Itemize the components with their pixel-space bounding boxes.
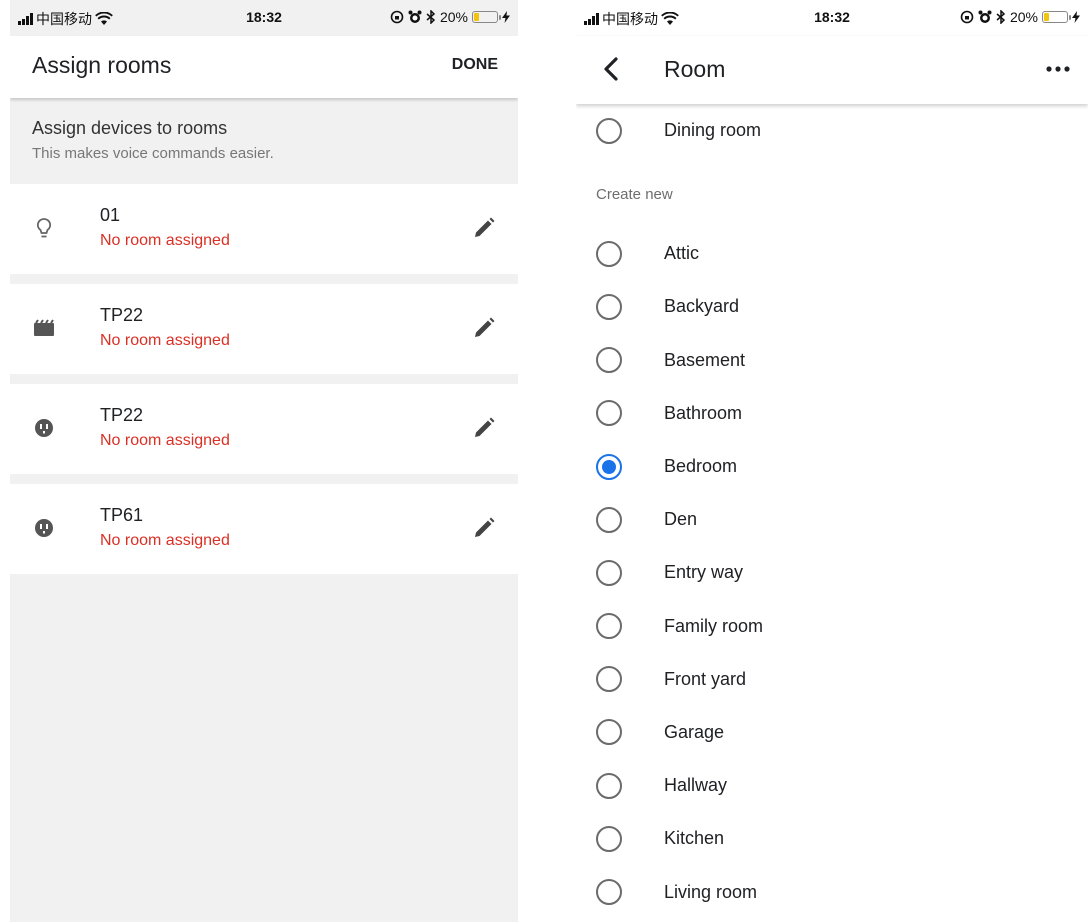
battery-percent: 20%	[439, 9, 468, 25]
radio-unselected-icon[interactable]	[596, 613, 622, 640]
radio-unselected-icon[interactable]	[596, 347, 622, 374]
status-icons: 20%	[960, 9, 1080, 25]
battery-icon	[472, 11, 501, 23]
lightbulb-icon	[36, 218, 52, 238]
device-room-status: No room assigned	[100, 432, 230, 449]
room-option[interactable]: Garage	[576, 706, 1088, 759]
new-room-list: Attic Backyard Basement Bathroom Bedroom Den E…	[576, 227, 1088, 918]
room-option[interactable]: Dining room	[576, 104, 1088, 157]
status-bar: 中国移动 18:32 20%	[576, 0, 1088, 36]
radio-unselected-icon[interactable]	[596, 666, 622, 693]
page-title: Room	[664, 56, 726, 82]
room-option[interactable]: Den	[576, 493, 1088, 546]
charging-icon	[1072, 11, 1080, 23]
room-option-label: Kitchen	[664, 828, 725, 849]
intro-heading: Assign devices to rooms	[32, 118, 228, 138]
room-option-label: Attic	[664, 243, 700, 264]
radio-unselected-icon[interactable]	[596, 506, 622, 533]
device-row[interactable]: TP22 No room assigned	[10, 284, 518, 374]
clapperboard-icon	[34, 319, 54, 336]
room-option[interactable]: Entry way	[576, 546, 1088, 599]
room-option[interactable]: Attic	[576, 227, 1088, 280]
device-row[interactable]: TP22 No room assigned	[10, 384, 518, 474]
room-option[interactable]: Backyard	[576, 280, 1088, 333]
bluetooth-icon	[426, 10, 436, 24]
assign-rooms-screen: 中国移动 18:32 20% Assign rooms DONE Assign …	[10, 0, 518, 922]
room-option[interactable]: Bedroom	[576, 440, 1088, 493]
status-bar: 中国移动 18:32 20%	[10, 0, 518, 36]
edit-pencil-icon[interactable]	[472, 516, 496, 540]
radio-unselected-icon[interactable]	[596, 772, 622, 799]
device-row[interactable]: TP61 No room assigned	[10, 484, 518, 574]
room-option[interactable]: Bathroom	[576, 387, 1088, 440]
room-option-label: Family room	[664, 615, 764, 636]
charging-icon	[502, 11, 510, 23]
outlet-icon	[35, 519, 53, 537]
room-list: Dining room Create new Attic Backyard Base…	[576, 104, 1088, 919]
intro-subtext: This makes voice commands easier.	[32, 145, 274, 162]
battery-fill	[474, 13, 479, 21]
radio-unselected-icon[interactable]	[596, 293, 622, 320]
room-option-label: Front yard	[664, 668, 747, 689]
more-options-icon[interactable]	[1044, 64, 1072, 74]
room-option[interactable]: Front yard	[576, 653, 1088, 706]
device-list: 01 No room assigned TP22 No room assigne…	[10, 184, 518, 574]
bluetooth-icon	[996, 10, 1006, 24]
device-name: TP22	[100, 405, 144, 425]
room-option-label: Bedroom	[664, 456, 738, 477]
app-bar: Room	[576, 36, 1088, 104]
radio-unselected-icon[interactable]	[596, 879, 622, 906]
device-name: TP61	[100, 505, 144, 525]
done-button[interactable]: DONE	[452, 56, 498, 74]
room-option[interactable]: Kitchen	[576, 812, 1088, 865]
device-row[interactable]: 01 No room assigned	[10, 184, 518, 274]
radio-selected-icon[interactable]	[596, 453, 622, 480]
room-picker-screen: 中国移动 18:32 20% Room Dining room Create n…	[576, 0, 1088, 922]
page-title: Assign rooms	[32, 52, 172, 78]
alarm-icon	[978, 10, 992, 23]
existing-room-list: Dining room	[576, 104, 1088, 157]
intro-section: Assign devices to rooms This makes voice…	[10, 98, 518, 184]
back-arrow-icon[interactable]	[600, 56, 622, 82]
room-option-label: Garage	[664, 721, 725, 742]
edit-pencil-icon[interactable]	[472, 216, 496, 240]
rotation-lock-icon	[390, 10, 404, 24]
room-option[interactable]: Living room	[576, 865, 1088, 918]
room-option[interactable]: Family room	[576, 600, 1088, 653]
edit-pencil-icon[interactable]	[472, 316, 496, 340]
outlet-icon	[35, 419, 53, 437]
battery-icon	[1042, 11, 1071, 23]
room-option-label: Basement	[664, 349, 746, 370]
device-room-status: No room assigned	[100, 232, 230, 249]
room-option[interactable]: Hallway	[576, 759, 1088, 812]
device-room-status: No room assigned	[100, 332, 230, 349]
alarm-icon	[408, 10, 422, 23]
room-option[interactable]: Basement	[576, 334, 1088, 387]
status-icons: 20%	[390, 9, 510, 25]
radio-unselected-icon[interactable]	[596, 400, 622, 427]
room-option-label: Living room	[664, 881, 758, 902]
room-option-label: Den	[664, 509, 698, 530]
room-option-label: Entry way	[664, 562, 744, 583]
radio-unselected-icon[interactable]	[596, 559, 622, 586]
radio-unselected-icon[interactable]	[596, 240, 622, 267]
room-option-label: Hallway	[664, 775, 728, 796]
device-room-status: No room assigned	[100, 532, 230, 549]
room-option-label: Backyard	[664, 296, 740, 317]
room-option-label: Bathroom	[664, 402, 743, 423]
create-new-section-label: Create new	[596, 186, 673, 204]
app-bar: Assign rooms DONE	[10, 36, 518, 98]
battery-fill	[1044, 13, 1049, 21]
rotation-lock-icon	[960, 10, 974, 24]
room-option-label: Dining room	[664, 120, 762, 141]
device-name: TP22	[100, 305, 144, 325]
radio-unselected-icon[interactable]	[596, 719, 622, 746]
radio-unselected-icon[interactable]	[596, 825, 622, 852]
edit-pencil-icon[interactable]	[472, 416, 496, 440]
battery-percent: 20%	[1009, 9, 1038, 25]
radio-unselected-icon[interactable]	[596, 117, 622, 144]
device-name: 01	[100, 205, 121, 225]
